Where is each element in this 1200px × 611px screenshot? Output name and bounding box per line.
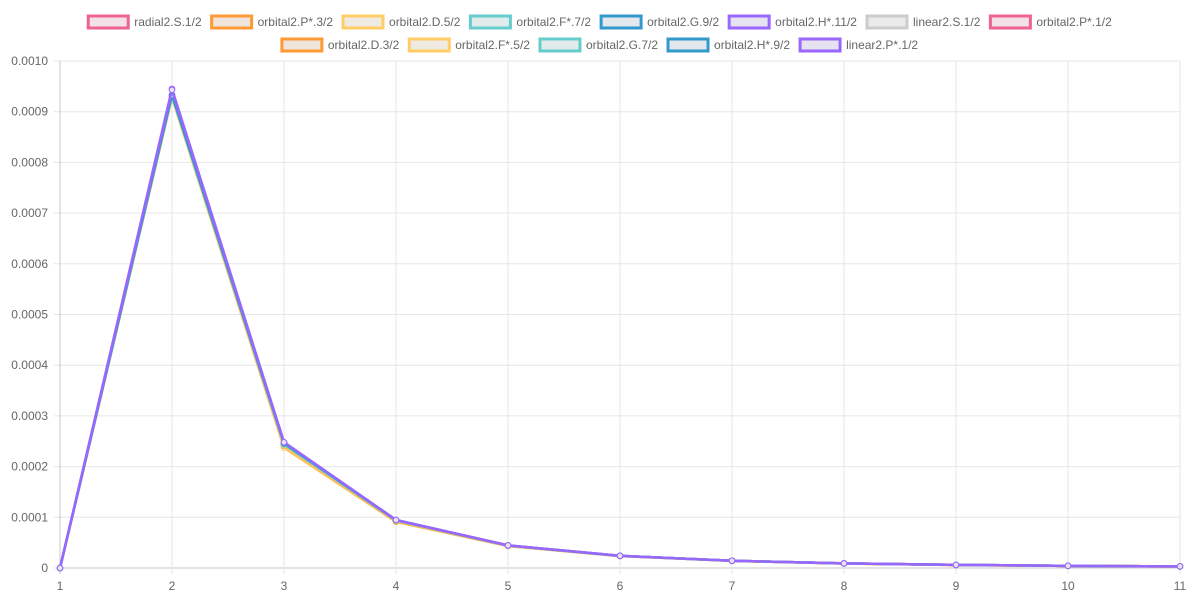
x-tick-label: 7	[729, 579, 736, 593]
y-tick-label: 0.0010	[11, 54, 48, 68]
legend-item[interactable]: orbital2.F*.5/2	[407, 37, 530, 53]
data-point[interactable]	[728, 557, 736, 565]
y-tick-label: 0.0007	[11, 206, 48, 220]
legend-item[interactable]: radial2.S.1/2	[86, 14, 202, 30]
data-point[interactable]	[56, 564, 64, 572]
legend-swatch	[865, 14, 909, 30]
y-tick-label: 0.0008	[11, 155, 48, 169]
legend-item[interactable]: linear2.P*.1/2	[798, 37, 918, 53]
data-point[interactable]	[840, 560, 848, 567]
legend-swatch	[280, 37, 324, 53]
legend-item[interactable]: orbital2.D.3/2	[280, 37, 400, 53]
legend-swatch	[727, 14, 771, 30]
legend-item[interactable]: orbital2.H*.11/2	[727, 14, 857, 30]
x-tick-label: 1	[57, 579, 64, 593]
legend-item[interactable]: orbital2.H*.9/2	[666, 37, 790, 53]
legend-label: orbital2.P*.3/2	[258, 15, 334, 29]
legend-label: orbital2.H*.11/2	[775, 15, 857, 29]
x-tick-label: 5	[505, 579, 512, 593]
legend-item[interactable]: orbital2.P*.3/2	[210, 14, 334, 30]
y-tick-label: 0.0003	[11, 409, 48, 423]
legend-swatch	[341, 14, 385, 30]
data-point[interactable]	[952, 561, 960, 569]
x-tick-label: 10	[1061, 579, 1075, 593]
data-point[interactable]	[168, 86, 176, 94]
x-tick-label: 3	[281, 579, 288, 593]
legend-item[interactable]: linear2.S.1/2	[865, 14, 981, 30]
data-point[interactable]	[1064, 562, 1072, 570]
legend-label: orbital2.D.3/2	[328, 38, 400, 52]
legend-label: orbital2.D.5/2	[389, 15, 461, 29]
x-tick-label: 9	[953, 579, 960, 593]
legend-label: orbital2.G.7/2	[586, 38, 658, 52]
legend-label: orbital2.H*.9/2	[714, 38, 790, 52]
x-tick-label: 4	[393, 579, 400, 593]
legend: radial2.S.1/2 orbital2.P*.3/2 orbital2.D.5…	[86, 14, 1112, 53]
line-chart: 0 0.0001 0.0002 0.0003 0.0004 0.0005 0.0006 0.0…	[0, 0, 1200, 611]
y-tick-label: 0.0005	[11, 308, 48, 322]
legend-label: orbital2.F*.7/2	[516, 15, 591, 29]
grid	[54, 60, 1181, 574]
legend-label: orbital2.P*.1/2	[1036, 15, 1112, 29]
data-point[interactable]	[392, 516, 400, 524]
y-tick-label: 0.0001	[11, 510, 48, 524]
legend-item[interactable]: orbital2.F*.7/2	[468, 14, 591, 30]
y-tick-label: 0.0002	[11, 460, 48, 474]
x-tick-label: 2	[169, 579, 176, 593]
legend-swatch	[599, 14, 643, 30]
legend-item[interactable]: orbital2.P*.1/2	[988, 14, 1112, 30]
data-point[interactable]	[504, 542, 512, 549]
legend-item[interactable]: orbital2.G.9/2	[599, 14, 719, 30]
legend-item[interactable]: orbital2.G.7/2	[538, 37, 658, 53]
legend-label: linear2.P*.1/2	[846, 38, 918, 52]
legend-swatch	[798, 37, 842, 53]
legend-label: radial2.S.1/2	[134, 15, 202, 29]
data-point[interactable]	[280, 438, 288, 446]
legend-swatch	[210, 14, 254, 30]
chart-canvas: 0 0.0001 0.0002 0.0003 0.0004 0.0005 0.0006 0.0…	[11, 14, 1187, 593]
legend-label: orbital2.G.9/2	[647, 15, 719, 29]
x-tick-label: 11	[1174, 579, 1187, 593]
legend-item[interactable]: orbital2.D.5/2	[341, 14, 461, 30]
data-point[interactable]	[1176, 563, 1184, 570]
legend-swatch	[407, 37, 451, 53]
x-tick-label: 8	[841, 579, 848, 593]
x-tick-label: 6	[617, 579, 624, 593]
legend-swatch	[988, 14, 1032, 30]
data-point[interactable]	[616, 552, 624, 560]
legend-swatch	[666, 37, 710, 53]
y-tick-label: 0	[41, 561, 48, 575]
legend-swatch	[538, 37, 582, 53]
legend-swatch	[86, 14, 130, 30]
legend-label: linear2.S.1/2	[913, 15, 981, 29]
legend-label: orbital2.F*.5/2	[455, 38, 530, 52]
y-tick-label: 0.0004	[11, 358, 48, 372]
y-tick-label: 0.0006	[11, 257, 48, 271]
y-tick-label: 0.0009	[11, 105, 48, 119]
legend-swatch	[468, 14, 512, 30]
